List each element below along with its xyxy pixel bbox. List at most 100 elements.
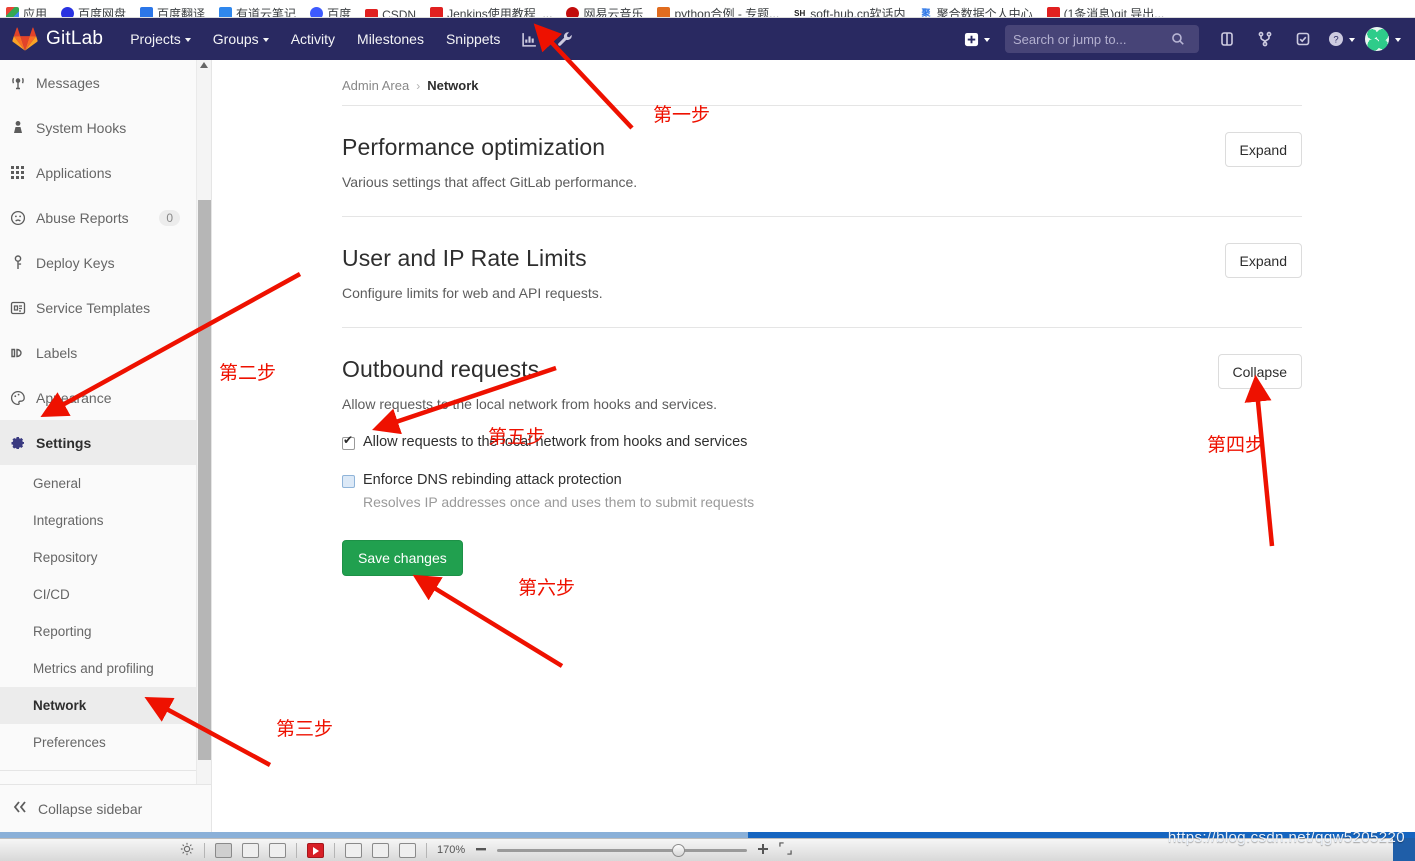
sidebar-scrollbar-thumb[interactable] [198, 200, 211, 760]
view-single-page-icon[interactable] [215, 842, 232, 858]
gitlab-tanuki-logo-icon [12, 27, 38, 51]
bookmark-item[interactable]: 聚聚合数据个人中心 [919, 5, 1033, 18]
collapse-sidebar-button[interactable]: Collapse sidebar [0, 784, 211, 832]
bookmark-item[interactable]: 应用 [6, 5, 47, 17]
sidebar-subitem-general[interactable]: General [0, 465, 196, 502]
collapse-button-outbound-requests[interactable]: Collapse [1217, 354, 1302, 389]
save-changes-button[interactable]: Save changes [342, 540, 463, 576]
checkbox-allow-local-network[interactable] [342, 434, 355, 450]
bookmark-item[interactable]: 百度网盘 [61, 5, 126, 17]
checkbox-row-allow-local-network: Allow requests to the local network from… [342, 434, 1302, 450]
avatar[interactable] [1365, 27, 1389, 51]
fullscreen-icon[interactable] [779, 842, 792, 858]
chevron-down-icon [1395, 38, 1401, 42]
sidebar-item-appearance[interactable]: Appearance [0, 375, 196, 420]
sidebar-subitem-label: Integrations [33, 513, 104, 528]
bookmark-item[interactable]: 百度 [310, 5, 351, 17]
checkbox-enforce-dns-rebinding[interactable] [342, 475, 355, 488]
bookmark-item[interactable]: (1条消息)git 导出... [1046, 5, 1164, 17]
plus-new-icon[interactable] [959, 18, 995, 60]
sidebar-item-system-hooks[interactable]: System Hooks [0, 105, 196, 150]
nav-link-groups-label: Groups [212, 31, 259, 47]
bookmark-item[interactable]: CSDN [365, 8, 416, 17]
sidebar-subitem-integrations[interactable]: Integrations [0, 502, 196, 539]
checkbox-allow-local-network-label[interactable]: Allow requests to the local network from… [363, 434, 747, 450]
expand-button-performance-optimization[interactable]: Expand [1224, 132, 1302, 167]
sidebar-item-settings[interactable]: Settings [0, 420, 196, 465]
checkbox-enforce-dns-rebinding-label[interactable]: Enforce DNS rebinding attack protection [363, 472, 622, 488]
nav-link-projects[interactable]: Projects [119, 18, 202, 60]
search-icon[interactable] [1171, 32, 1185, 46]
sidebar-item-label: Deploy Keys [36, 254, 115, 271]
bookmark-label: 聚合数据个人中心 [936, 7, 1033, 18]
sidebar-item-applications[interactable]: Applications [0, 150, 196, 195]
brand-name: GitLab [46, 28, 104, 49]
user-menu[interactable] [1361, 18, 1405, 60]
search-input[interactable] [1013, 31, 1171, 47]
view-two-page-icon[interactable] [269, 842, 286, 858]
breadcrumb-admin-area[interactable]: Admin Area [342, 78, 409, 93]
issues-icon[interactable] [1209, 18, 1245, 60]
wrench-admin-icon[interactable] [547, 18, 583, 60]
sidebar-item-messages[interactable]: Messages [0, 60, 196, 105]
svg-text:?: ? [1333, 35, 1338, 46]
bookmark-item[interactable]: 有道云笔记 [219, 5, 297, 18]
broadcast-icon [10, 75, 36, 91]
nav-link-activity[interactable]: Activity [280, 18, 346, 60]
nav-link-groups[interactable]: Groups [202, 18, 280, 60]
todos-icon[interactable] [1285, 18, 1321, 60]
edit-pdf-icon[interactable] [372, 842, 389, 858]
merge-requests-icon[interactable] [1247, 18, 1283, 60]
bookmark-item[interactable]: python合例 - 专题... [657, 5, 779, 17]
sidebar-item-labels[interactable]: Labels [0, 330, 196, 375]
nav-link-snippets[interactable]: Snippets [435, 18, 511, 60]
breadcrumb-separator: › [416, 78, 421, 93]
sidebar-subitem-network[interactable]: Network [0, 687, 196, 724]
sidebar-subitem-ci-cd[interactable]: CI/CD [0, 576, 196, 613]
chart-icon[interactable] [511, 18, 547, 60]
bookmark-item[interactable]: 百度翻译 [140, 5, 205, 17]
bookmark-label: 有道云笔记 [236, 7, 297, 18]
sidebar-item-service-templates[interactable]: Service Templates [0, 285, 196, 330]
sidebar-subitem-preferences[interactable]: Preferences [0, 724, 196, 761]
sidebar-scrollbar[interactable] [196, 60, 211, 832]
breadcrumb-current: Network [427, 78, 479, 93]
section-performance-optimization: Performance optimization Various setting… [342, 106, 1302, 217]
bookmark-item[interactable]: SH soft-hub.cn软话内 [793, 5, 906, 18]
gitlab-navbar: GitLab Projects Groups Activity Mileston… [0, 18, 1415, 60]
export-pdf-icon[interactable] [345, 842, 362, 858]
zoom-slider[interactable] [497, 843, 748, 857]
zoom-in-icon[interactable] [757, 843, 769, 858]
search-box[interactable] [1005, 25, 1199, 53]
sidebar-item-label: System Hooks [36, 119, 127, 136]
sidebar-subitem-repository[interactable]: Repository [0, 539, 196, 576]
sidebar-item-abuse-reports[interactable]: Abuse Reports 0 [0, 195, 196, 240]
scroll-up-arrow-icon[interactable] [200, 62, 208, 68]
chevron-down-icon [262, 38, 269, 42]
nav-link-snippets-label: Snippets [445, 31, 501, 47]
zoom-level-label[interactable]: 170% [437, 844, 465, 856]
chevron-down-icon [184, 38, 191, 42]
nav-link-milestones[interactable]: Milestones [346, 18, 435, 60]
comment-pdf-icon[interactable] [399, 842, 416, 858]
sidebar-subitem-label: Preferences [33, 735, 106, 750]
sidebar-item-label: Abuse Reports [36, 209, 129, 226]
bookmark-item[interactable]: 网易云音乐 [566, 5, 644, 18]
youdao-note-icon [219, 7, 233, 17]
gitlab-brand[interactable]: GitLab [0, 27, 103, 51]
sidebar-subitem-reporting[interactable]: Reporting [0, 613, 196, 650]
acrobat-tool-icon[interactable] [307, 842, 324, 858]
bookmark-label: 网易云音乐 [583, 7, 644, 18]
brightness-icon[interactable] [180, 842, 194, 859]
zoom-slider-knob[interactable] [672, 843, 686, 857]
expand-button-user-and-ip-rate-limits[interactable]: Expand [1224, 243, 1302, 278]
sidebar-item-deploy-keys[interactable]: Deploy Keys [0, 240, 196, 285]
help-icon[interactable]: ? [1323, 18, 1359, 60]
view-continuous-icon[interactable] [242, 842, 259, 858]
bookmark-label: soft-hub.cn软话内 [810, 7, 906, 18]
browser-bookmarks-bar: 应用 百度网盘 百度翻译 有道云笔记 百度 CSDN Jenkins使用教程_... 网易云音… [0, 0, 1415, 18]
zoom-out-icon[interactable] [475, 843, 487, 858]
sidebar-subitem-label: Reporting [33, 624, 92, 639]
sidebar-subitem-metrics-and-profiling[interactable]: Metrics and profiling [0, 650, 196, 687]
bookmark-item[interactable]: Jenkins使用教程_... [430, 5, 552, 17]
